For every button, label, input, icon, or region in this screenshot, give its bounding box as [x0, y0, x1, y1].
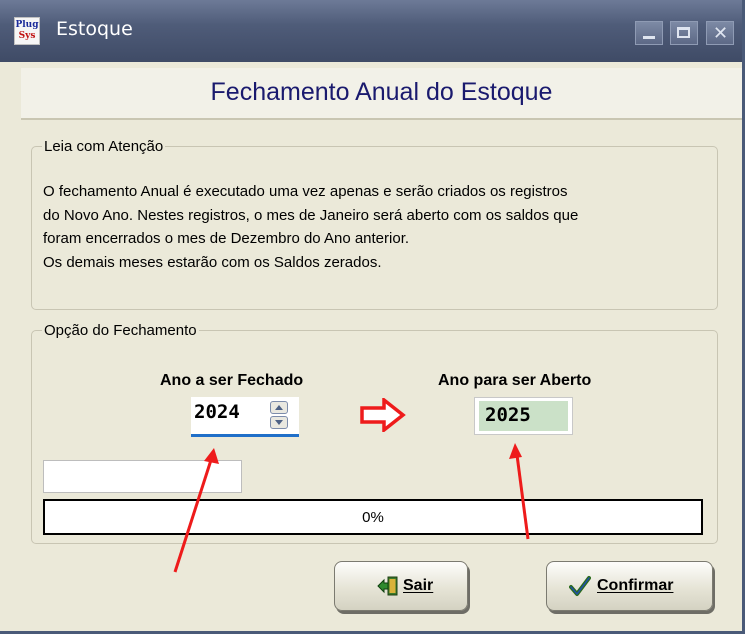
info-group-legend: Leia com Atenção: [44, 138, 164, 155]
exit-button[interactable]: Sair: [334, 561, 468, 611]
open-year-field: 2025: [474, 397, 573, 435]
close-year-spinner[interactable]: 2024: [191, 397, 299, 437]
close-year-label: Ano a ser Fechado: [160, 372, 304, 389]
window-title: Estoque: [56, 18, 133, 40]
info-text: O fechamento Anual é executado uma vez a…: [43, 180, 713, 274]
info-line: do Novo Ano. Nestes registros, o mes de …: [43, 206, 579, 224]
close-button[interactable]: ✕: [706, 21, 734, 45]
app-logo: Plug Sys: [14, 17, 40, 45]
estoque-window: Plug Sys Estoque ✕ Fechamento Anual do E…: [0, 0, 745, 634]
close-year-input[interactable]: 2024: [194, 401, 240, 423]
checkmark-icon: [569, 576, 591, 596]
close-icon: ✕: [713, 23, 729, 44]
arrow-right-icon: [360, 398, 406, 432]
exit-door-icon: [377, 576, 398, 596]
spinner-up-button[interactable]: [270, 401, 288, 414]
info-line: Os demais meses estarão com os Saldos ze…: [43, 253, 382, 271]
maximize-button[interactable]: [670, 21, 698, 45]
title-bar[interactable]: Plug Sys Estoque ✕: [0, 0, 742, 62]
progress-label: 0%: [362, 509, 384, 526]
open-year-field-fill: 2025: [479, 401, 568, 431]
header-panel: Fechamento Anual do Estoque: [21, 68, 742, 120]
info-line: O fechamento Anual é executado uma vez a…: [43, 183, 568, 200]
open-year-label: Ano para ser Aberto: [438, 372, 592, 389]
logo-text-top: Plug: [15, 20, 39, 30]
confirm-button[interactable]: Confirmar: [546, 561, 713, 611]
exit-button-label: Sair: [403, 577, 434, 594]
spinner-buttons: [270, 401, 288, 430]
logo-text-bottom: Sys: [18, 31, 36, 41]
status-field: [43, 460, 242, 493]
page-title: Fechamento Anual do Estoque: [210, 78, 553, 106]
open-year-value: 2025: [485, 404, 531, 426]
info-line: foram encerrados o mes de Dezembro do An…: [43, 230, 410, 247]
progress-bar: 0%: [43, 499, 703, 535]
spinner-down-button[interactable]: [270, 416, 288, 429]
minimize-button[interactable]: [635, 21, 663, 45]
options-group-legend: Opção do Fechamento: [44, 322, 197, 339]
confirm-button-label: Confirmar: [597, 577, 674, 594]
